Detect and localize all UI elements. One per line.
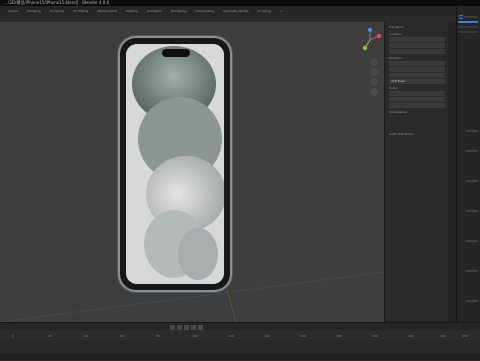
frame-label: 20: [48, 334, 52, 338]
dynamic-island: [162, 49, 190, 57]
tab-sculpting[interactable]: Sculpting: [50, 9, 64, 13]
location-x-field[interactable]: [389, 37, 445, 42]
scale-z-field[interactable]: [389, 103, 445, 108]
frame-label: 100: [192, 334, 198, 338]
grid-icon[interactable]: [370, 88, 378, 96]
dimensions-label: Dimensions: [389, 110, 407, 114]
tab-compositing[interactable]: Compositing: [195, 9, 214, 13]
wallpaper-graphic: [126, 44, 224, 284]
rotation-mode-select[interactable]: XYZ Euler: [389, 79, 445, 84]
timeline-scrollbar[interactable]: [0, 354, 480, 360]
rotation-x-field[interactable]: [389, 61, 445, 66]
tab-scripting[interactable]: Scripting: [258, 9, 271, 13]
hand-icon[interactable]: [370, 68, 378, 76]
outliner-row[interactable]: [458, 26, 478, 28]
frame-label: 160: [300, 334, 306, 338]
frame-label: 180: [336, 334, 342, 338]
outliner-row[interactable]: [458, 16, 478, 18]
skip-end-icon: [191, 325, 196, 330]
frame-label: 80: [156, 334, 160, 338]
zoom-icon[interactable]: [370, 58, 378, 66]
y-axis-icon: [362, 45, 368, 51]
playback-controls: [170, 325, 203, 330]
pause-icon: [184, 325, 189, 330]
play-icon: [177, 325, 182, 330]
add-workspace-button[interactable]: +: [280, 9, 283, 13]
frame-label: 0: [12, 334, 14, 338]
tab-uv-editing[interactable]: UV Editing: [73, 9, 89, 13]
outliner-row-selected[interactable]: [458, 21, 478, 23]
scale-y-field[interactable]: [389, 97, 445, 102]
tab-modeling[interactable]: Modeling: [27, 9, 41, 13]
frame-label: 240: [440, 334, 446, 338]
property-row[interactable]: [466, 180, 478, 182]
tab-geometry-nodes[interactable]: Geometry Nodes: [223, 9, 248, 13]
loop-icon: [198, 325, 203, 330]
camera-icon[interactable]: [370, 78, 378, 86]
property-row[interactable]: [466, 150, 478, 152]
frame-label: 140: [264, 334, 270, 338]
rotation-y-field[interactable]: [389, 67, 445, 72]
delta-transform-header[interactable]: Delta Transform: [389, 132, 413, 136]
outliner-properties-column: [456, 6, 480, 322]
frame-label: 40: [84, 334, 88, 338]
location-z-field[interactable]: [389, 49, 445, 54]
tab-rendering[interactable]: Rendering: [171, 9, 186, 13]
transform-header[interactable]: Transform: [389, 25, 404, 29]
tab-shading[interactable]: Shading: [126, 9, 138, 13]
property-row[interactable]: [466, 210, 478, 212]
location-y-field[interactable]: [389, 43, 445, 48]
window-title: …\3D/模型/iPhone15/iPhone15.blend] - Blend…: [4, 0, 110, 5]
property-row[interactable]: [466, 240, 478, 242]
frame-label: 220: [408, 334, 414, 338]
skip-start-icon: [170, 325, 175, 330]
frame-label: 60: [120, 334, 124, 338]
timeline-header: [0, 323, 480, 330]
iphone-model[interactable]: [120, 38, 230, 290]
rotation-z-field[interactable]: [389, 73, 445, 78]
property-row[interactable]: [466, 300, 478, 302]
property-row[interactable]: [466, 130, 478, 132]
phone-screen: [126, 44, 224, 284]
frame-label: 200: [372, 334, 378, 338]
tab-layout[interactable]: Layout: [8, 9, 18, 13]
property-row[interactable]: [466, 270, 478, 272]
scale-x-field[interactable]: [389, 91, 445, 96]
tab-texture-paint[interactable]: Texture Paint: [97, 9, 116, 13]
frame-label: 250: [462, 334, 468, 338]
workspace-tabs-bar: Layout Modeling Sculpting UV Editing Tex…: [0, 6, 480, 16]
sidebar-n-panel: Transform Location Rotation XYZ Euler Sc…: [384, 22, 449, 322]
z-axis-icon: [367, 27, 373, 33]
location-label: Location: [389, 32, 402, 36]
scale-label: Scale: [389, 86, 398, 90]
navigation-gizmo[interactable]: [356, 26, 384, 54]
sidebar-tabs[interactable]: [448, 22, 456, 322]
frame-label: 120: [228, 334, 234, 338]
tab-animation[interactable]: Animation: [147, 9, 162, 13]
outliner-row[interactable]: [458, 31, 478, 33]
rotation-label: Rotation: [389, 56, 402, 60]
x-axis-icon: [376, 33, 382, 39]
